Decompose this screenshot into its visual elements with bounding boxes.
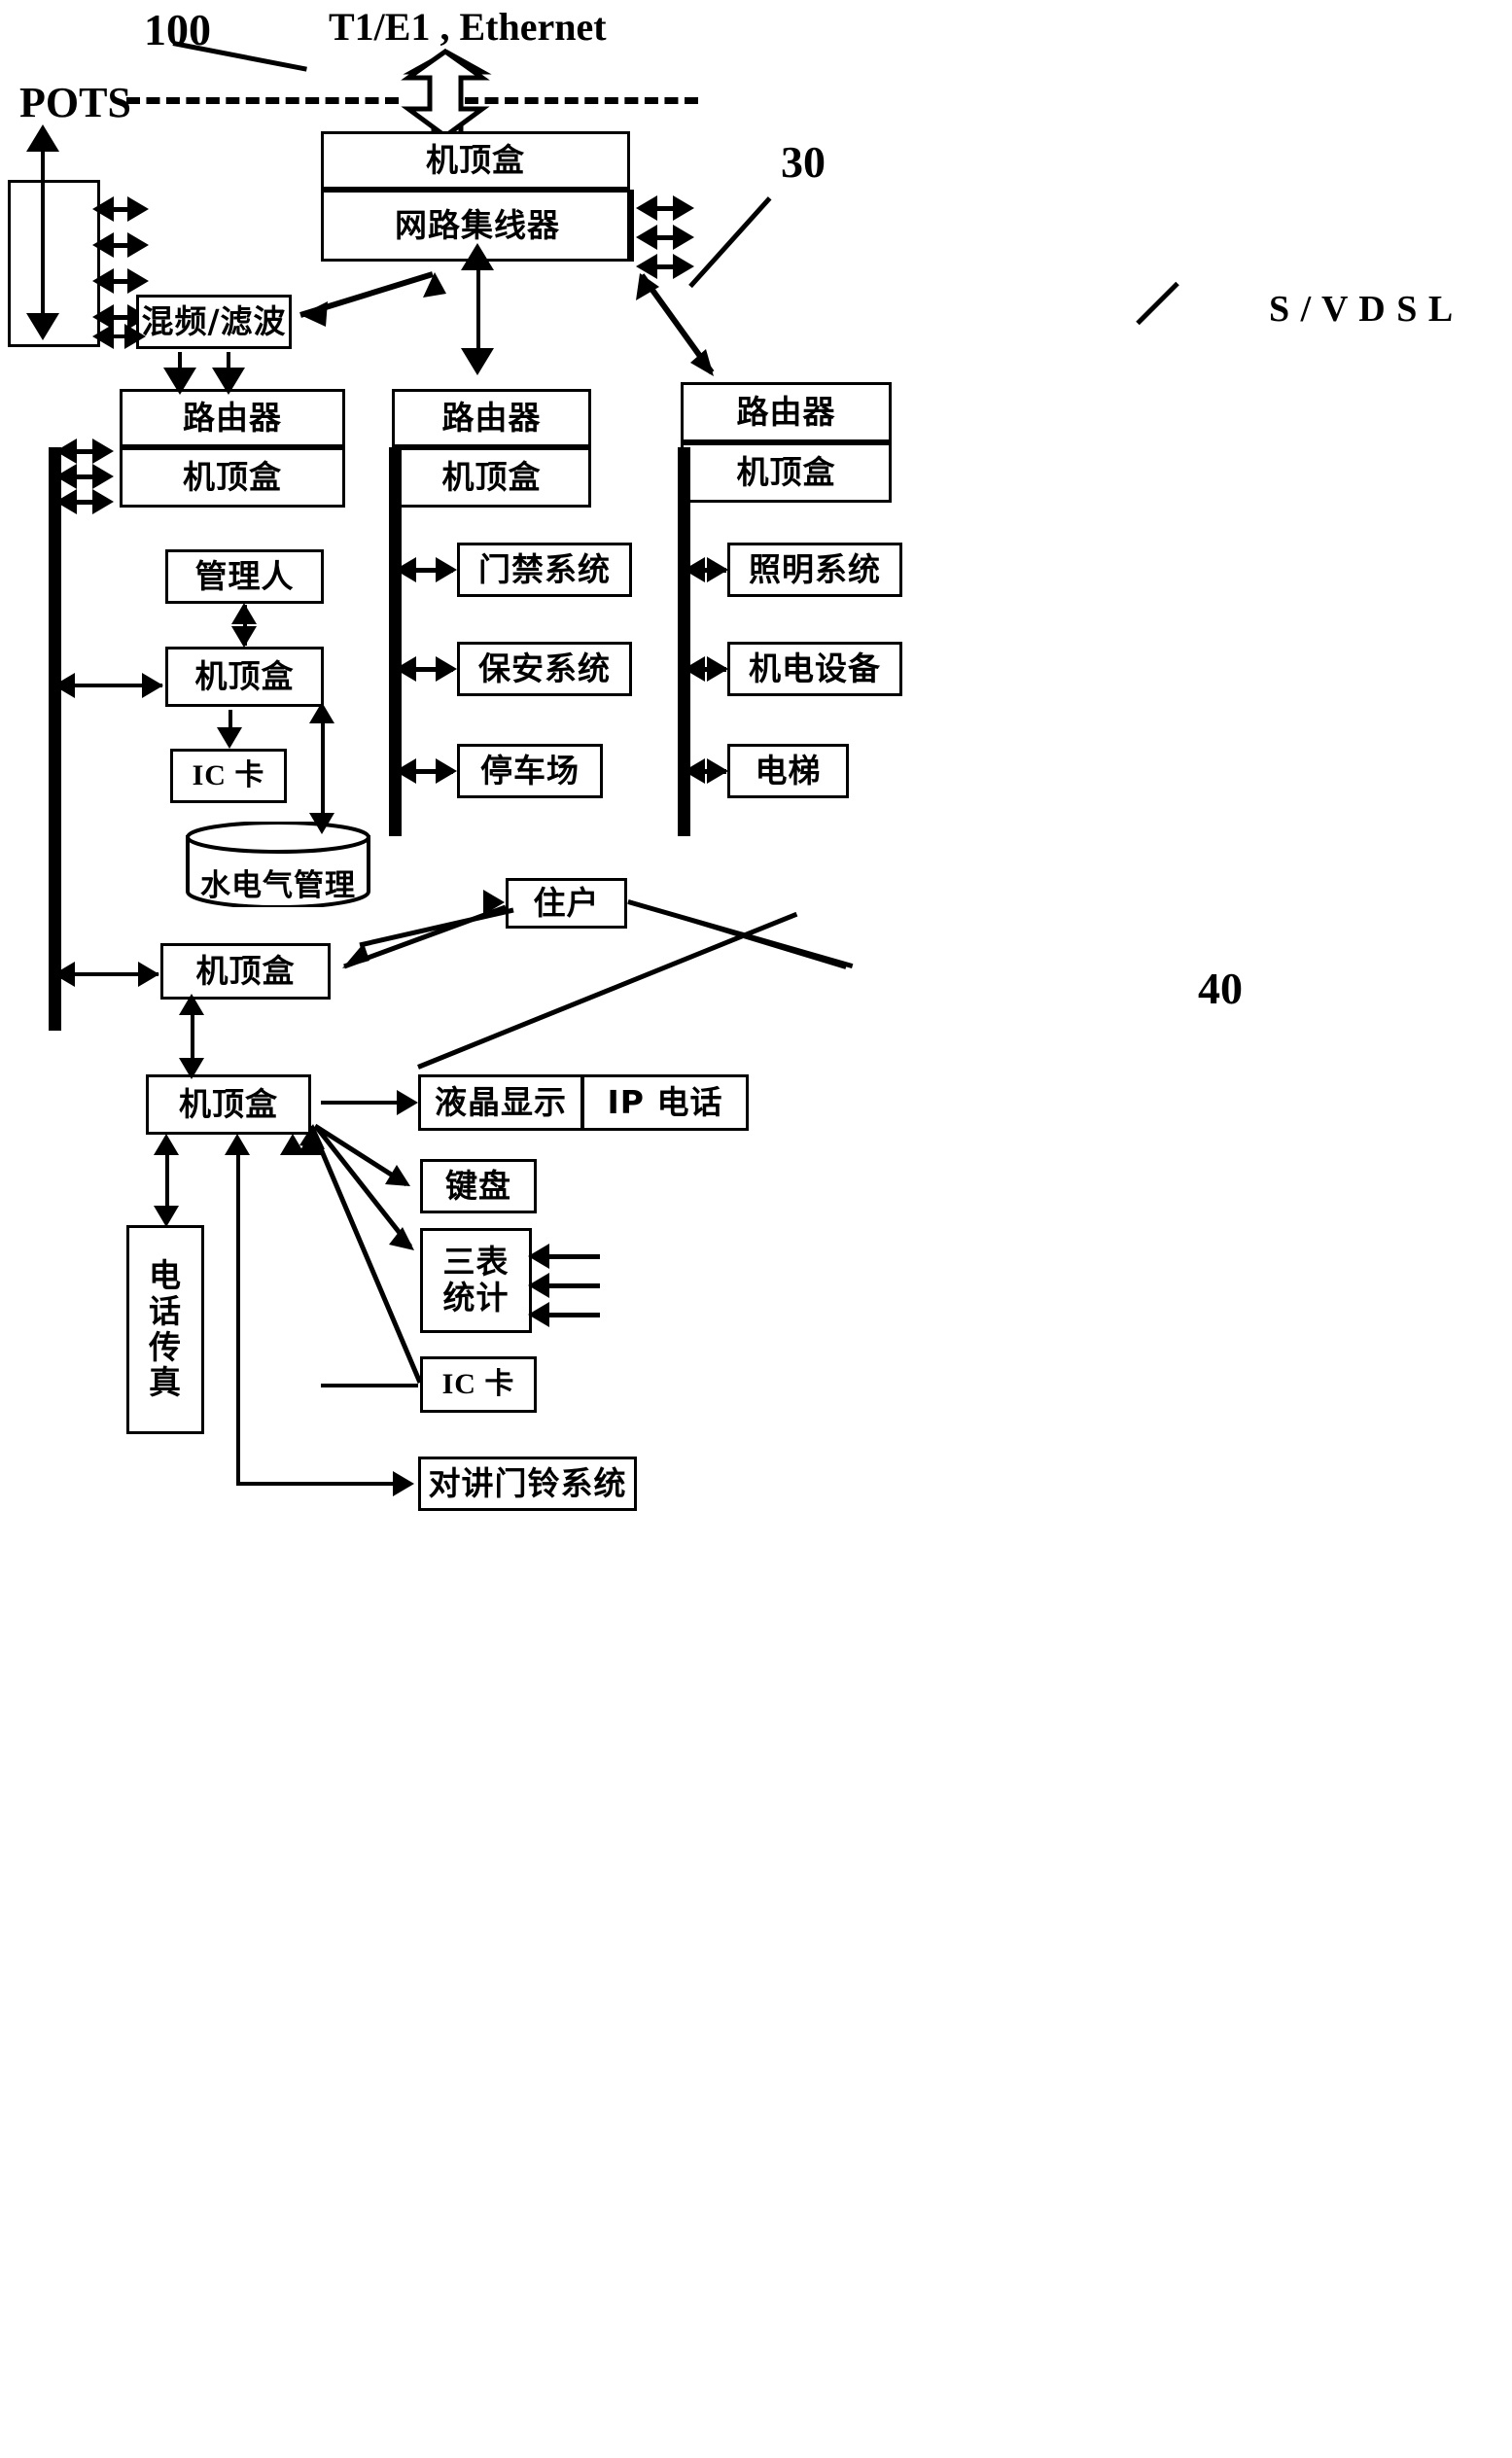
manager-stb-arrow-up	[231, 603, 257, 624]
homestb-phonefax-arrow-down	[154, 1206, 179, 1227]
antenna-mixer-arrow-right	[124, 324, 146, 349]
leader-lines-40	[627, 899, 847, 969]
patent-figure-canvas: 100 T1/E1 , Ethernet POTS 30 S / V D S L…	[0, 0, 1512, 2458]
leader-line-30	[688, 196, 772, 289]
reference-numeral-40: 40	[1198, 964, 1243, 1013]
manager-ic-card[interactable]: IC 卡	[170, 749, 287, 803]
lcd-display[interactable]: 液晶显示	[418, 1074, 583, 1131]
stb-db-arrow-down	[309, 813, 334, 834]
riser-stb-arrow-left	[53, 962, 75, 987]
phone-fax-box[interactable]: 电 话 传 真	[126, 1225, 204, 1434]
elevator-system[interactable]: 电梯	[727, 744, 849, 798]
leader-line-100	[172, 41, 307, 72]
router-3[interactable]: 路由器	[681, 382, 892, 442]
hub-router2-arrow-down	[461, 348, 494, 375]
router-2-set-top-box[interactable]: 机顶盒	[392, 447, 591, 508]
phone-fax-line1: 电	[149, 1255, 182, 1294]
riser-manager-arrow-right	[142, 673, 163, 698]
phone-fax-line2: 话	[149, 1291, 182, 1330]
antenna-mixer-arrow-left	[92, 324, 114, 349]
uplink-double-arrow	[401, 48, 490, 140]
mixer-router1-arrow-b	[212, 368, 245, 395]
home-ic-card[interactable]: IC 卡	[420, 1356, 537, 1413]
security-system[interactable]: 保安系统	[457, 642, 632, 696]
riserstb-homestb-arrow-up	[179, 994, 204, 1015]
manager-box[interactable]: 管理人	[165, 549, 324, 604]
riser-manager-arrow-left	[53, 673, 75, 698]
riser-bar-left	[49, 447, 61, 1031]
pots-label: POTS	[19, 79, 131, 126]
homestb-intercom-hline	[236, 1482, 411, 1486]
homestb-phonefax-arrow-up	[154, 1134, 179, 1155]
stb-db-arrow-up	[309, 702, 334, 723]
three-meter-line2: 统计	[442, 1279, 510, 1317]
pots-dashed-line-right	[465, 97, 698, 104]
mixer-filter-box[interactable]: 混频/滤波	[136, 295, 292, 349]
ip-phone[interactable]: IP 电话	[581, 1074, 749, 1131]
utility-db-label: 水电气管理	[200, 868, 356, 904]
homestb-intercom-vline	[236, 1145, 240, 1484]
utility-management-db[interactable]: 水电气管理	[185, 822, 371, 907]
resident-box[interactable]: 住户	[506, 878, 627, 929]
pots-dashed-line-left	[126, 97, 399, 104]
leader-line-svdsl	[1136, 281, 1179, 326]
riser-stb-arrow-right	[138, 962, 159, 987]
uplink-label: T1/E1 , Ethernet	[329, 5, 607, 49]
riser-set-top-box[interactable]: 机顶盒	[160, 943, 331, 1000]
stb-iccard-arrow	[217, 727, 242, 749]
lighting-system[interactable]: 照明系统	[727, 543, 902, 597]
svdsl-label: S / V D S L	[1269, 289, 1455, 330]
reference-numeral-30: 30	[781, 137, 826, 187]
homestb-feed-arrow-b	[280, 1134, 305, 1155]
mixer-router1-arrow-a	[163, 368, 196, 395]
three-meter-line1: 三表	[442, 1243, 510, 1282]
router-2[interactable]: 路由器	[392, 389, 591, 447]
homestb-lcd-arrow	[397, 1090, 418, 1115]
leader-40-lower	[417, 911, 798, 1070]
phone-fax-line3: 传	[149, 1327, 182, 1366]
iccard-homestb-line	[321, 1384, 418, 1387]
manager-stb-arrow-down	[231, 626, 257, 648]
mechanical-electrical-equipment[interactable]: 机电设备	[727, 642, 902, 696]
keyboard-box[interactable]: 键盘	[420, 1159, 537, 1213]
resident-arrow-in	[483, 890, 505, 915]
uplink-block-arrow	[403, 50, 492, 137]
three-meter-statistics[interactable]: 三表 统计	[420, 1228, 532, 1333]
home-set-top-box[interactable]: 机顶盒	[146, 1074, 311, 1135]
homestb-intercom-arrow-up	[225, 1134, 250, 1155]
router-3-set-top-box[interactable]: 机顶盒	[681, 442, 892, 503]
antenna-arrow-shaft	[41, 148, 45, 333]
phone-fax-line4: 真	[149, 1363, 182, 1402]
access-control-system[interactable]: 门禁系统	[457, 543, 632, 597]
antenna-arrow-down	[26, 313, 59, 340]
hub-router2-arrow-up	[461, 243, 494, 270]
riserstb-homestb-arrow-down	[179, 1058, 204, 1079]
intercom-doorbell-system[interactable]: 对讲门铃系统	[418, 1457, 637, 1511]
router-1-set-top-box[interactable]: 机顶盒	[120, 447, 345, 508]
hub-right-extension	[627, 190, 631, 262]
manager-set-top-box[interactable]: 机顶盒	[165, 647, 324, 707]
router-1[interactable]: 路由器	[120, 389, 345, 447]
intercom-arrow	[393, 1471, 414, 1496]
stb-db-shaft	[321, 718, 325, 823]
antenna-arrow-up	[26, 124, 59, 152]
parking-lot-system[interactable]: 停车场	[457, 744, 603, 798]
headend-set-top-box[interactable]: 机顶盒	[321, 131, 630, 190]
